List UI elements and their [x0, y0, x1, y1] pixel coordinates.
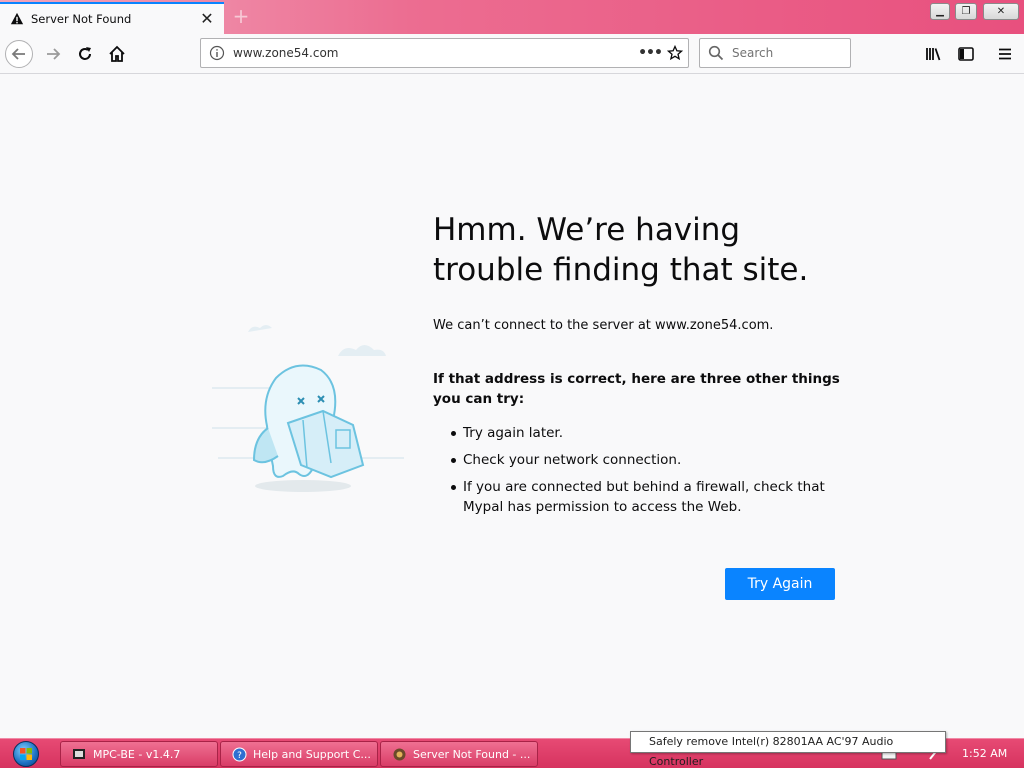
forward-button[interactable]	[38, 39, 68, 69]
hamburger-icon	[999, 48, 1011, 60]
taskbar-label: Server Not Found - ...	[413, 747, 531, 761]
film-icon	[71, 746, 87, 762]
reload-icon	[79, 47, 91, 60]
home-icon	[109, 45, 125, 62]
close-tab-icon[interactable]: ✕	[196, 8, 218, 30]
tab-title: Server Not Found	[31, 12, 132, 26]
menu-button[interactable]	[990, 39, 1020, 69]
windows-logo-icon	[20, 748, 32, 760]
list-item: If you are connected but behind a firewa…	[433, 477, 843, 517]
taskbar-item-browser[interactable]: Server Not Found - ...	[380, 741, 538, 767]
bookmark-star-icon[interactable]	[662, 40, 688, 66]
taskbar-item-help[interactable]: ? Help and Support C...	[220, 741, 378, 767]
suggestion-heading: If that address is correct, here are thr…	[433, 371, 840, 407]
library-button[interactable]	[919, 39, 949, 69]
close-window-button[interactable]: ✕	[983, 3, 1019, 20]
taskbar-item-mpc[interactable]: MPC-BE - v1.4.7	[60, 741, 218, 767]
navigation-toolbar: www.zone54.com ••• Search	[0, 34, 1024, 74]
list-item: Try again later.	[433, 423, 843, 443]
dinosaur-illustration	[212, 325, 404, 492]
library-icon	[926, 48, 941, 61]
clock[interactable]: 1:52 AM	[962, 747, 1007, 760]
warning-icon	[10, 12, 24, 25]
search-bar[interactable]: Search	[699, 38, 851, 68]
minimize-button[interactable]: ▁	[930, 3, 950, 20]
title-bar: Server Not Found ✕ + ▁ ❐ ✕	[0, 0, 1024, 34]
help-icon: ?	[231, 746, 247, 762]
start-button[interactable]	[6, 740, 46, 768]
restore-button[interactable]: ❐	[955, 3, 977, 20]
taskbar-label: MPC-BE - v1.4.7	[93, 747, 181, 761]
sidebar-button[interactable]	[951, 39, 981, 69]
error-description: We can’t connect to the server at www.zo…	[433, 318, 774, 333]
back-button[interactable]	[4, 39, 34, 69]
page-actions-icon[interactable]: •••	[638, 45, 663, 61]
home-button[interactable]	[102, 39, 132, 69]
tray-tooltip: Safely remove Intel(r) 82801AA AC'97 Aud…	[630, 731, 946, 768]
search-icon	[708, 45, 724, 61]
browser-icon	[391, 746, 407, 762]
suggestion-list: Try again later. Check your network conn…	[433, 423, 843, 524]
svg-text:?: ?	[237, 751, 242, 761]
taskbar-label: Help and Support C...	[253, 747, 371, 761]
tab-server-not-found[interactable]: Server Not Found ✕	[0, 2, 224, 34]
info-icon[interactable]	[209, 45, 225, 61]
arrow-left-icon	[11, 48, 25, 60]
plus-icon[interactable]: +	[230, 5, 252, 27]
sidebar-icon	[958, 47, 974, 61]
reload-button[interactable]	[70, 39, 100, 69]
list-item: Check your network connection.	[433, 450, 843, 470]
try-again-button[interactable]: Try Again	[725, 568, 835, 600]
arrow-right-icon	[47, 48, 61, 60]
url-text[interactable]: www.zone54.com	[233, 46, 638, 60]
search-placeholder: Search	[732, 46, 774, 60]
url-bar[interactable]: www.zone54.com •••	[200, 38, 689, 68]
error-title: Hmm. We’re having trouble finding that s…	[433, 212, 809, 288]
